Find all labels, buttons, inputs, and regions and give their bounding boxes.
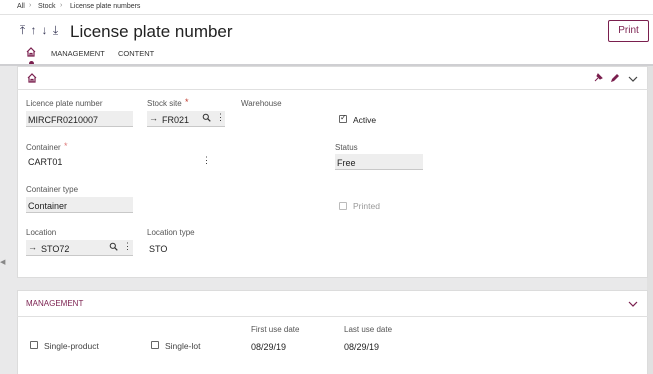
container-value[interactable]: CART01 xyxy=(28,157,62,167)
container-type-value: Container xyxy=(28,201,68,211)
stock-site-value: FR021 xyxy=(162,115,190,125)
breadcrumb-all[interactable]: All xyxy=(17,3,25,10)
kebab-menu-icon[interactable]: ⋮ xyxy=(202,155,211,166)
location-label: Location xyxy=(26,228,57,237)
tab-content[interactable]: CONTENT xyxy=(118,49,154,58)
home-icon[interactable] xyxy=(26,72,38,84)
home-icon[interactable] xyxy=(25,46,37,58)
kebab-menu-icon[interactable]: ⋮ xyxy=(123,241,132,252)
management-section-title[interactable]: MANAGEMENT xyxy=(26,299,83,308)
kebab-menu-icon[interactable]: ⋮ xyxy=(216,112,225,123)
last-use-value: 08/29/19 xyxy=(344,342,380,352)
search-icon[interactable] xyxy=(202,113,211,122)
link-arrow-icon[interactable]: → xyxy=(149,113,158,123)
printed-label: Printed xyxy=(353,201,380,211)
status-label: Status xyxy=(335,143,358,152)
container-label: Container xyxy=(26,143,61,152)
first-record-icon[interactable]: ⤒ xyxy=(17,23,28,38)
link-arrow-icon[interactable]: → xyxy=(28,242,37,252)
required-marker: * xyxy=(185,97,189,107)
collapse-handle-icon[interactable]: ◀ xyxy=(0,258,5,266)
single-product-label: Single-product xyxy=(44,341,99,351)
chevron-right-icon: › xyxy=(29,2,32,9)
location-type-label: Location type xyxy=(147,228,195,237)
stock-site-label: Stock site xyxy=(147,99,182,108)
breadcrumb-license-plates[interactable]: License plate numbers xyxy=(70,3,140,10)
active-checkbox[interactable] xyxy=(339,113,347,123)
last-use-label: Last use date xyxy=(344,325,393,334)
page-title: License plate number xyxy=(70,22,233,41)
chevron-right-icon: › xyxy=(60,2,63,9)
management-section xyxy=(17,290,648,374)
breadcrumb-stock[interactable]: Stock xyxy=(38,3,56,10)
tab-management[interactable]: MANAGEMENT xyxy=(51,49,105,58)
active-label: Active xyxy=(353,115,377,125)
next-record-icon[interactable]: ↓ xyxy=(39,23,50,37)
chevron-down-icon[interactable] xyxy=(628,300,638,308)
printed-checkbox[interactable] xyxy=(339,202,347,210)
single-lot-label: Single-lot xyxy=(165,341,201,351)
required-marker: * xyxy=(64,141,68,151)
pin-icon[interactable] xyxy=(593,73,603,83)
previous-record-icon[interactable]: ↑ xyxy=(28,23,39,37)
section-divider xyxy=(17,89,648,90)
print-button[interactable]: Print xyxy=(608,20,649,42)
last-record-icon[interactable]: ⤓ xyxy=(50,23,61,38)
lpn-value: MIRCFR0210007 xyxy=(28,115,99,125)
chevron-down-icon[interactable] xyxy=(628,75,638,83)
container-type-label: Container type xyxy=(26,185,79,194)
edit-icon[interactable] xyxy=(610,73,620,83)
section-divider xyxy=(17,316,648,317)
lpn-label: Licence plate number xyxy=(26,99,103,108)
location-type-value: STO xyxy=(149,244,168,254)
first-use-value: 08/29/19 xyxy=(251,342,287,352)
warehouse-label: Warehouse xyxy=(241,99,282,108)
record-navigation: ⤒ ↑ ↓ ⤓ xyxy=(17,23,61,38)
single-product-checkbox[interactable] xyxy=(30,341,38,349)
search-icon[interactable] xyxy=(109,242,118,251)
first-use-label: First use date xyxy=(251,325,300,334)
location-value: STO72 xyxy=(41,244,70,254)
status-value: Free xyxy=(337,158,356,168)
single-lot-checkbox[interactable] xyxy=(151,341,159,349)
